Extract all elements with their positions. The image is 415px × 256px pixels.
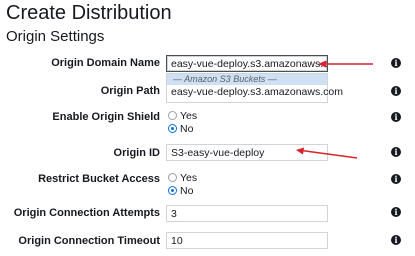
annotation-overlay: [296, 60, 373, 159]
annotation-arrow-domain: [318, 60, 373, 68]
annotation-arrow-origin-id: [296, 147, 358, 159]
